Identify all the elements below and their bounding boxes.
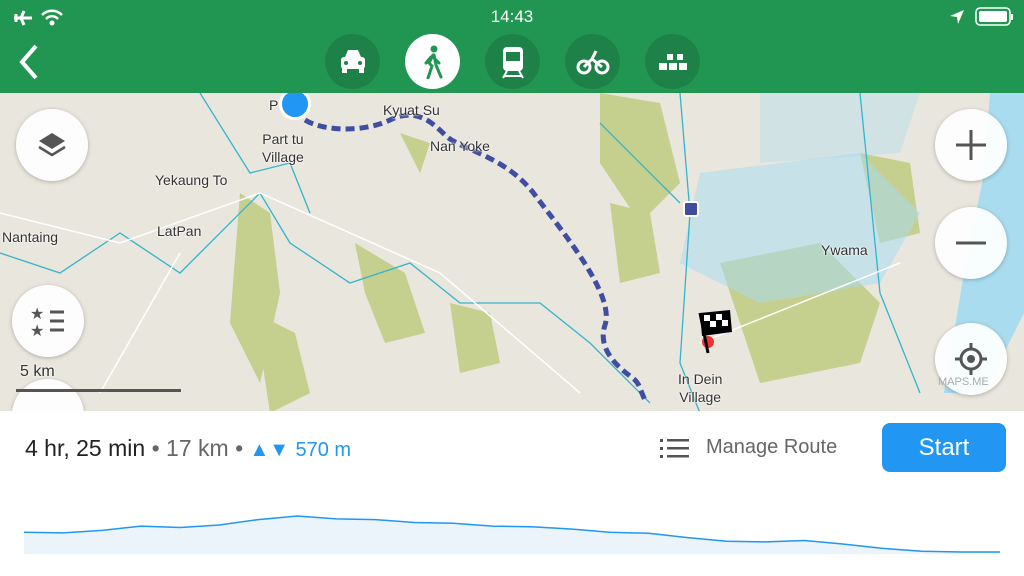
route-summary: 4 hr, 25 min • 17 km • ▲▼ 570 m xyxy=(25,435,351,462)
map-label-in-dein: In Dein Village xyxy=(678,371,723,405)
taxi-icon xyxy=(658,53,687,70)
star-list-icon: ★★ xyxy=(30,306,64,338)
layers-button[interactable] xyxy=(16,109,88,181)
map-label-yekaung-to: Yekaung To xyxy=(155,172,228,188)
map-label-kyuat-su: Kyuat Su xyxy=(383,102,440,118)
scale-label: 5 km xyxy=(20,363,55,380)
crosshair-icon xyxy=(955,343,987,375)
svg-text:★: ★ xyxy=(30,323,44,338)
zoom-in-button[interactable] xyxy=(935,109,1007,181)
bookmarks-button[interactable]: ★ ★ xyxy=(12,285,84,357)
route-duration: 4 hr, 25 min xyxy=(25,435,146,461)
finish-flag-icon xyxy=(698,310,732,354)
bus-stop-icon xyxy=(683,201,699,217)
top-bar: 14:43 xyxy=(0,0,1024,93)
separator: • xyxy=(151,435,160,461)
location-arrow-icon xyxy=(950,10,964,24)
map-label-latpan: LatPan xyxy=(157,223,202,239)
map-label-ywama: Ywama xyxy=(821,242,868,258)
route-elevation: 570 m xyxy=(295,439,352,461)
route-distance: 17 km xyxy=(166,435,229,461)
maps-me-watermark: MAPS.ME xyxy=(938,376,989,388)
car-icon xyxy=(340,49,365,73)
train-icon xyxy=(501,46,524,78)
plus-icon xyxy=(956,130,986,160)
svg-text:★: ★ xyxy=(30,306,44,323)
map-view[interactable]: P Part tu Village Kyuat Su Nan Yoke Yeka… xyxy=(0,93,1024,411)
mode-walk-button[interactable] xyxy=(405,34,460,89)
up-down-arrows-icon: ▲▼ xyxy=(249,439,290,461)
manage-route-label: Manage Route xyxy=(706,436,838,458)
bicycle-icon xyxy=(576,49,609,74)
battery-icon xyxy=(975,7,1013,26)
map-label-start-partial: P xyxy=(269,97,279,113)
mode-transit-button[interactable] xyxy=(485,34,540,89)
list-icon xyxy=(660,438,689,458)
layers-icon xyxy=(38,133,66,157)
start-button[interactable]: Start xyxy=(882,423,1006,472)
route-panel: 4 hr, 25 min • 17 km • ▲▼ 570 m Manage R… xyxy=(0,411,1024,576)
map-label-nantaing: Nantaing xyxy=(2,229,59,245)
map-canvas xyxy=(0,93,1024,411)
scale-bar xyxy=(16,389,181,392)
elevation-profile[interactable] xyxy=(24,496,1000,556)
map-label-part-tu: Part tu Village xyxy=(262,131,304,165)
map-label-nan-yoke: Nan Yoke xyxy=(430,138,490,154)
minus-icon xyxy=(956,241,986,245)
status-time: 14:43 xyxy=(490,7,534,26)
manage-route-button[interactable]: Manage Route xyxy=(660,436,837,459)
back-button[interactable] xyxy=(14,42,44,82)
mode-car-button[interactable] xyxy=(325,34,380,89)
pedestrian-icon xyxy=(424,45,442,79)
separator: • xyxy=(235,435,244,461)
mode-bike-button[interactable] xyxy=(565,34,620,89)
mode-taxi-button[interactable] xyxy=(645,34,700,89)
elevation-area xyxy=(24,516,1000,554)
zoom-out-button[interactable] xyxy=(935,207,1007,279)
